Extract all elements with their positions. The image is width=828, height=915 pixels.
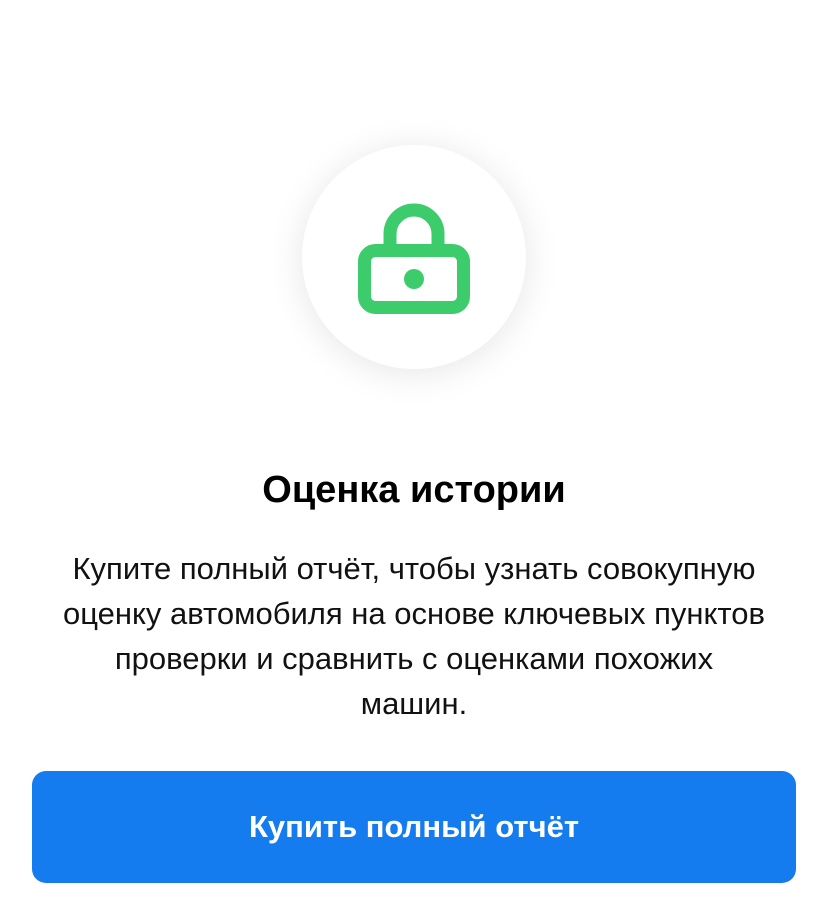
section-description: Купите полный отчёт, чтобы узнать совоку…	[62, 551, 765, 721]
buy-full-report-button-label: Купить полный отчёт	[248, 809, 579, 844]
section-title: Оценка истории	[262, 469, 566, 511]
lock-icon-container	[302, 145, 526, 369]
lock-icon	[358, 203, 470, 314]
buy-full-report-button[interactable]: Купить полный отчёт	[32, 771, 796, 883]
